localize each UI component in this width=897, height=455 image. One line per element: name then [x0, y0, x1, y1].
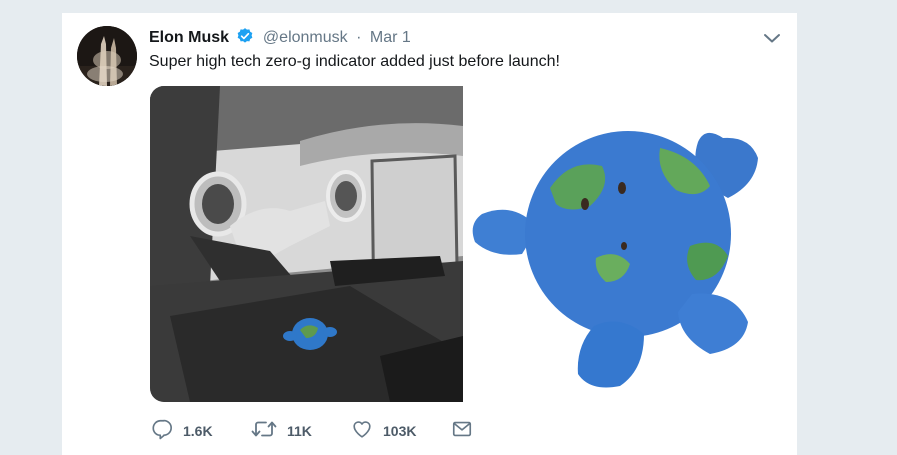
like-count: 103K — [383, 423, 417, 439]
retweet-icon — [251, 418, 277, 445]
tweet-media[interactable] — [150, 86, 777, 402]
separator-dot: · — [356, 29, 362, 46]
verified-badge-icon — [236, 27, 254, 50]
heart-icon — [351, 418, 373, 445]
chevron-down-icon[interactable] — [763, 31, 781, 49]
like-button[interactable]: 103K — [351, 418, 451, 445]
tweet-header: Elon Musk @elonmusk · Mar 1 — [149, 27, 411, 49]
direct-message-button[interactable] — [451, 418, 473, 445]
reply-button[interactable]: 1.6K — [151, 418, 251, 445]
user-handle[interactable]: @elonmusk — [263, 29, 348, 46]
tweet-actions: 1.6K 11K 103K — [151, 419, 473, 443]
envelope-icon — [451, 418, 473, 445]
tweet-card[interactable]: Elon Musk @elonmusk · Mar 1 Super high t… — [62, 12, 797, 455]
media-photo-earth-plush[interactable] — [466, 86, 777, 402]
media-photo-cabin[interactable] — [150, 86, 463, 402]
tweet-text: Super high tech zero-g indicator added j… — [149, 53, 560, 70]
avatar[interactable] — [77, 26, 137, 86]
retweet-count: 11K — [287, 423, 312, 439]
retweet-button[interactable]: 11K — [251, 418, 351, 445]
tweet-date[interactable]: Mar 1 — [370, 29, 411, 46]
display-name[interactable]: Elon Musk — [149, 29, 229, 46]
reply-count: 1.6K — [183, 423, 213, 439]
reply-icon — [151, 418, 173, 445]
